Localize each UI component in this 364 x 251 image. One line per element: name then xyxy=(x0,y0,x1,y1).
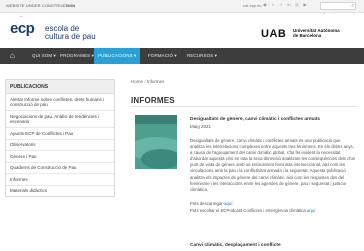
uab-line-2: de Barcelona xyxy=(293,33,322,38)
page-title: INFORMES xyxy=(131,96,175,105)
logo-accent-icon: ´ xyxy=(20,17,22,23)
podcast-link[interactable]: aquí xyxy=(307,208,315,213)
sidebar-heading: PUBLICACIONS xyxy=(6,80,114,94)
twitter-icon[interactable]: t xyxy=(270,2,276,8)
uab-logo[interactable]: UAB xyxy=(261,28,286,40)
report-cover-image[interactable] xyxy=(135,115,177,169)
title-divider xyxy=(131,106,357,107)
sidebar-item-genere-pau[interactable]: Gènere i Pau xyxy=(6,151,114,163)
sidebar-item-informes[interactable]: Informes xyxy=(6,174,114,186)
language-selector[interactable]: Català xyxy=(63,3,75,8)
uab-text[interactable]: Universitat Autònoma de Barcelona xyxy=(293,28,340,38)
article-body: Desigualtats de gènere, canvi climàtic i… xyxy=(190,138,356,192)
sidebar-item-observatoris[interactable]: Observatoris xyxy=(6,140,114,151)
nav-item-publicacions[interactable]: PUBLICACIONS ▾ xyxy=(94,48,141,64)
social-links: ◉ t f in ◎ ▶ xyxy=(262,2,308,8)
ecp-logo[interactable]: ecp ´ xyxy=(10,17,35,37)
search-box: ⌕ xyxy=(320,2,356,18)
home-icon[interactable]: ⌂ xyxy=(10,51,20,61)
nav-item-recursos[interactable]: RECURSOS ▾ xyxy=(183,48,221,64)
linkedin-icon[interactable]: in xyxy=(286,2,292,8)
top-bar: WEBSITE UNDER CONSTRUCTION Català cat es… xyxy=(0,0,364,18)
rss-icon[interactable]: ◉ xyxy=(262,2,268,8)
language-links[interactable]: cat esp en xyxy=(243,3,261,8)
download-prefix: Pots descarregar- xyxy=(190,201,225,206)
download-link[interactable]: aquí xyxy=(224,201,232,206)
nav-item-programes[interactable]: PROGRAMES ▾ xyxy=(56,48,98,64)
sidebar-item-apunts[interactable]: Apunts ECP de Conflictes i Pau xyxy=(6,128,114,140)
logo-line-2: cultura de pau xyxy=(45,32,96,41)
sidebar-item-negociacions[interactable]: Negociacions de pau. Anàlisi de tendènci… xyxy=(6,111,114,128)
article-2-title[interactable]: Canvi climàtic, desplaçament i conflicte xyxy=(190,243,281,248)
breadcrumb: Home / Informes xyxy=(131,79,164,84)
download-line: Pots descarregar-aquí xyxy=(190,201,233,206)
cover-wave-shape-2 xyxy=(141,149,177,169)
site-header: ecp ´ escola de cultura de pau UAB Unive… xyxy=(0,14,364,48)
youtube-icon[interactable]: ▶ xyxy=(302,2,308,8)
logo-text[interactable]: escola de cultura de pau xyxy=(45,25,96,41)
search-icon[interactable]: ⌕ xyxy=(351,3,354,9)
podcast-line: Pots escoltar el ECPodcast Conflictes i … xyxy=(190,208,315,213)
breadcrumb-separator: / xyxy=(144,79,146,84)
sidebar-item-materials[interactable]: Materials didàctics xyxy=(6,186,114,197)
sidebar-item-alerta[interactable]: Alerta! Informe sobre conflictes, drets … xyxy=(6,94,114,111)
article-title[interactable]: Desigualtats de gènere, canvi climàtic i… xyxy=(190,117,320,122)
article-date: Maig 2021 xyxy=(190,124,212,129)
podcast-prefix: Pots escoltar el ECPodcast Conflictes i … xyxy=(190,208,308,213)
sidebar-item-quaderns[interactable]: Quaderns de Construcció de Pau xyxy=(6,163,114,174)
instagram-icon[interactable]: ◎ xyxy=(294,2,300,8)
logo-mark: ecp xyxy=(10,20,35,37)
breadcrumb-home[interactable]: Home xyxy=(131,79,143,84)
cover-header-band xyxy=(135,115,177,124)
publications-sidebar: PUBLICACIONS Alerta! Informe sobre confl… xyxy=(5,79,115,197)
facebook-icon[interactable]: f xyxy=(278,2,284,8)
main-nav: ⌂ QUI SOM ▾ PROGRAMES ▾ PUBLICACIONS ▾ F… xyxy=(0,48,364,64)
breadcrumb-current: Informes xyxy=(146,79,165,84)
nav-item-formacio[interactable]: FORMACIÓ ▾ xyxy=(144,48,181,64)
